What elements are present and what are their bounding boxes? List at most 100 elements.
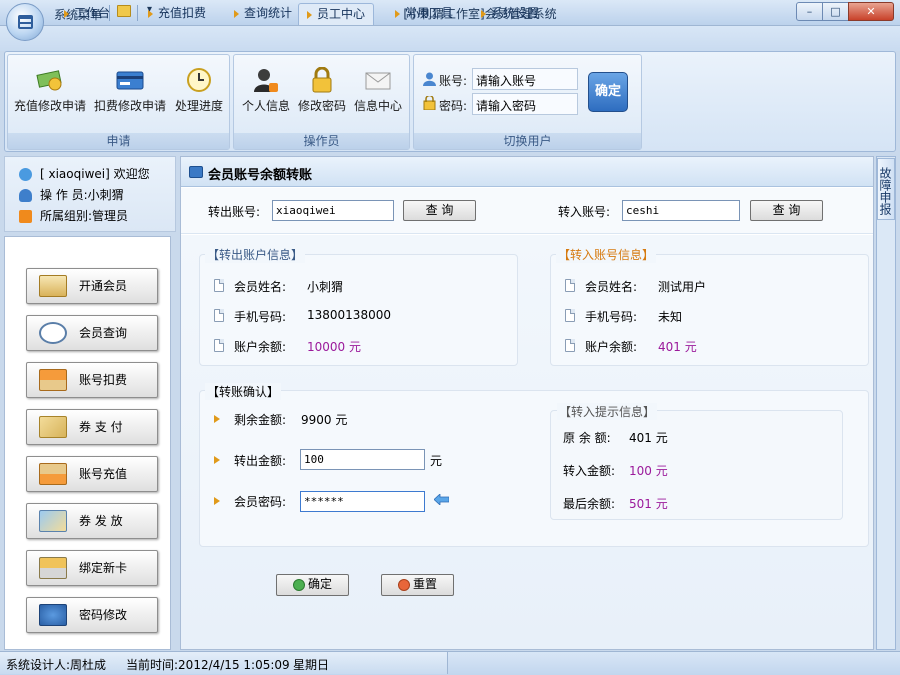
tab-recharge-deduct[interactable]: 充值扣费 bbox=[140, 3, 214, 25]
document-icon bbox=[214, 309, 224, 322]
tab-label: 员工中心 bbox=[317, 7, 366, 21]
tab-system-settings[interactable]: 系统设置 bbox=[473, 3, 547, 25]
member-password-label: 会员密码: bbox=[234, 495, 287, 509]
account-input[interactable]: 请输入账号 bbox=[472, 68, 578, 90]
left-nav-panel: 开通会员 会员查询 账号扣费 券 支 付 账号充值 券 发 放 绑定新卡 密码修… bbox=[4, 236, 171, 650]
tab-label: 查询统计 bbox=[244, 6, 293, 20]
mail-icon bbox=[365, 72, 391, 90]
remaining-value: 9900 元 bbox=[301, 413, 348, 427]
reset-button[interactable]: 重置 bbox=[381, 574, 454, 596]
minus-icon bbox=[397, 578, 410, 591]
recharge-modify-request-button[interactable]: 充值修改申请 bbox=[12, 67, 88, 114]
switch-user-confirm-button[interactable]: 确定 bbox=[588, 72, 628, 112]
coupon-pay-icon bbox=[39, 416, 67, 438]
member-password-input[interactable]: ****** bbox=[300, 491, 425, 512]
nav-label: 券 支 付 bbox=[79, 420, 123, 434]
group-text: 所属组别:管理员 bbox=[40, 209, 129, 223]
button-label: 信息中心 bbox=[353, 99, 402, 113]
process-progress-button[interactable]: 处理进度 bbox=[171, 67, 227, 114]
from-account-input[interactable]: xiaoqiwei bbox=[272, 200, 394, 221]
document-icon bbox=[214, 339, 224, 352]
app-menu-orb[interactable] bbox=[6, 3, 44, 41]
password-label: 密码: bbox=[439, 99, 468, 113]
from-query-button[interactable]: 查 询 bbox=[403, 200, 476, 221]
ok-button[interactable]: 确定 bbox=[276, 574, 349, 596]
in-balance-label: 账户余额: bbox=[585, 340, 638, 354]
tab-common-tools[interactable]: 常用工具 bbox=[387, 3, 461, 25]
reset-label: 重置 bbox=[412, 577, 437, 591]
deduct-modify-request-button[interactable]: 扣费修改申请 bbox=[92, 67, 168, 114]
button-label: 充值修改申请 bbox=[13, 99, 86, 113]
transfer-amount-input[interactable]: 100 bbox=[300, 449, 425, 470]
info-center-button[interactable]: 信息中心 bbox=[350, 67, 406, 114]
maximize-button[interactable]: □ bbox=[822, 2, 849, 21]
lock-icon bbox=[312, 67, 332, 93]
user-icon bbox=[423, 72, 436, 86]
fault-report-tab[interactable]: 故障申报 bbox=[877, 158, 895, 220]
personal-info-button[interactable]: 个人信息 bbox=[238, 67, 294, 114]
in-phone-label: 手机号码: bbox=[585, 310, 638, 324]
original-balance-label: 原 余 额: bbox=[563, 431, 611, 445]
amount-unit: 元 bbox=[430, 454, 443, 468]
triangle-icon bbox=[234, 9, 239, 18]
welcome-text: [ xiaoqiwei] 欢迎您 bbox=[40, 167, 150, 181]
designer-text: 系统设计人:周杜成 bbox=[6, 658, 107, 672]
ribbon-tab-bar bbox=[0, 26, 900, 51]
out-balance-label: 账户余额: bbox=[234, 340, 287, 354]
nav-coupon-pay[interactable]: 券 支 付 bbox=[26, 409, 158, 445]
nav-label: 账号扣费 bbox=[79, 373, 128, 387]
in-balance-value: 401 元 bbox=[658, 340, 697, 354]
to-account-input[interactable]: ceshi bbox=[622, 200, 740, 221]
in-name-value: 测试用户 bbox=[658, 280, 707, 294]
triangle-icon bbox=[64, 9, 69, 18]
ok-label: 确定 bbox=[307, 577, 332, 591]
tab-label: 系统设置 bbox=[491, 6, 540, 20]
page-title: 会员账号余额转账 bbox=[208, 168, 313, 183]
button-label: 扣费修改申请 bbox=[93, 99, 166, 113]
chat-icon bbox=[19, 168, 32, 181]
minimize-button[interactable]: – bbox=[796, 2, 823, 21]
current-time-text: 当前时间:2012/4/15 1:05:09 bbox=[126, 658, 290, 672]
triangle-icon bbox=[481, 9, 486, 18]
to-query-button[interactable]: 查 询 bbox=[750, 200, 823, 221]
card-icon bbox=[116, 71, 144, 90]
nav-password-change[interactable]: 密码修改 bbox=[26, 597, 158, 633]
operator-line: 操 作 员:小刺猬 bbox=[19, 185, 124, 205]
tab-staff-center[interactable]: 员工中心 bbox=[298, 3, 375, 25]
arrow-icon bbox=[214, 415, 220, 423]
nav-coupon-issue[interactable]: 券 发 放 bbox=[26, 503, 158, 539]
document-icon bbox=[214, 279, 224, 292]
nav-account-recharge[interactable]: 账号充值 bbox=[26, 456, 158, 492]
magnifier-icon bbox=[39, 322, 67, 344]
nav-member-query[interactable]: 会员查询 bbox=[26, 315, 158, 351]
group-label-switch-user: 切换用户 bbox=[414, 133, 641, 149]
tab-workbench[interactable]: 工作台 bbox=[56, 3, 118, 25]
original-balance-value: 401 元 bbox=[629, 431, 668, 445]
password-input[interactable]: 请输入密码 bbox=[472, 93, 578, 115]
nav-bind-card[interactable]: 绑定新卡 bbox=[26, 550, 158, 586]
document-icon bbox=[565, 339, 575, 352]
chat-icon bbox=[189, 166, 203, 178]
nav-account-deduct[interactable]: 账号扣费 bbox=[26, 362, 158, 398]
triangle-icon bbox=[307, 10, 312, 19]
folder-icon[interactable] bbox=[117, 5, 131, 17]
welcome-line: [ xiaoqiwei] 欢迎您 bbox=[19, 164, 150, 184]
triangle-icon bbox=[148, 9, 153, 18]
change-password-button[interactable]: 修改密码 bbox=[294, 67, 350, 114]
remaining-label: 剩余金额: bbox=[234, 413, 287, 427]
bind-card-icon bbox=[39, 557, 67, 579]
arrow-icon bbox=[214, 497, 220, 505]
tab-query-stats[interactable]: 查询统计 bbox=[226, 3, 300, 25]
account-label: 账号: bbox=[439, 74, 468, 88]
to-account-label: 转入账号: bbox=[558, 205, 611, 219]
arrow-icon bbox=[214, 456, 220, 464]
transfer-in-value: 100 元 bbox=[629, 464, 668, 478]
user-info-panel: [ xiaoqiwei] 欢迎您 操 作 员:小刺猬 所属组别:管理员 bbox=[4, 156, 176, 232]
wallet-icon bbox=[39, 275, 67, 297]
out-name-value: 小刺猬 bbox=[307, 280, 344, 294]
nav-open-member[interactable]: 开通会员 bbox=[26, 268, 158, 304]
ribbon-group-apply: 充值修改申请 扣费修改申请 处理进度 申请 bbox=[7, 54, 230, 150]
amount-label: 转出金额: bbox=[234, 454, 287, 468]
close-button[interactable]: ✕ bbox=[848, 2, 894, 21]
tab-label: 常用工具 bbox=[405, 6, 454, 20]
